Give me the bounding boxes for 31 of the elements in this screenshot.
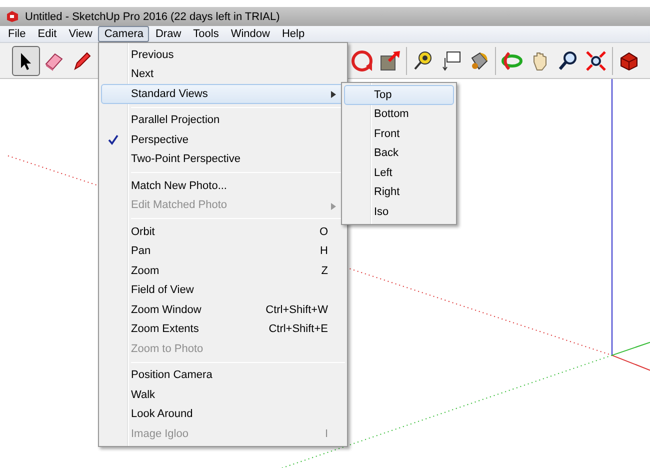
menu-item[interactable]: Zoom Extents Ctrl+Shift+E	[101, 320, 345, 339]
menu-title[interactable]: View	[62, 26, 98, 42]
menu-item[interactable]: Back	[344, 144, 454, 163]
menu-title[interactable]: Tools	[187, 26, 225, 42]
menu-item[interactable]: Match New Photo...	[101, 176, 345, 196]
menu-item[interactable]: Look Around	[101, 404, 345, 424]
menu-title[interactable]: Camera	[98, 26, 150, 42]
menu-title[interactable]: Help	[276, 26, 311, 42]
menu-item[interactable]: Iso	[344, 202, 454, 222]
menu-item[interactable]: Parallel Projection	[101, 110, 345, 130]
menu-title[interactable]: File	[2, 26, 32, 42]
menu-item[interactable]: Zoom Z	[101, 261, 345, 280]
menu-item[interactable]: Previous	[101, 45, 345, 64]
menu-item[interactable]: Pan H	[101, 242, 345, 261]
menu-item[interactable]: Field of View	[101, 280, 345, 300]
menu-title[interactable]: Draw	[149, 26, 188, 42]
menu-item[interactable]: Zoom Window Ctrl+Shift+W	[101, 300, 345, 320]
menu-item[interactable]: Two-Point Perspective	[101, 150, 345, 169]
menu-item[interactable]: Front	[344, 124, 454, 144]
menu-item[interactable]: Next	[101, 64, 345, 84]
menu-item[interactable]: Bottom	[344, 104, 454, 124]
menu-item[interactable]: Position Camera	[101, 366, 345, 385]
menu-title[interactable]: Edit	[32, 26, 63, 42]
menu-item[interactable]: Walk	[101, 385, 345, 404]
menu-item[interactable]: Orbit O	[101, 222, 345, 242]
menu-item[interactable]: Right	[344, 182, 454, 202]
window-title: Untitled - SketchUp Pro 2016 (22 days left in TRIAL)	[25, 10, 280, 22]
menu-item[interactable]: Left	[344, 163, 454, 182]
menu-item[interactable]: Top	[344, 85, 454, 104]
menu-title[interactable]: Window	[224, 26, 276, 42]
menu-item[interactable]: Perspective	[101, 130, 345, 150]
